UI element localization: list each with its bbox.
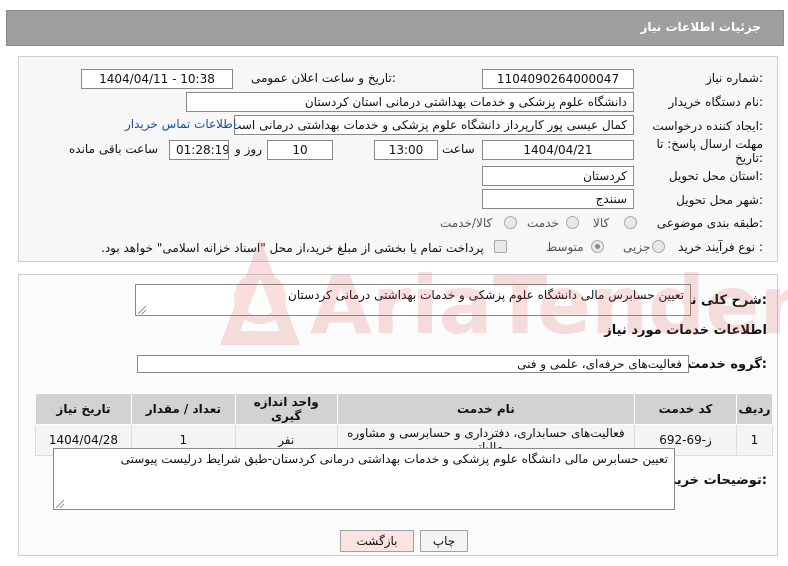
- table-header-row: تاریخ نیاز تعداد / مقدار واحد اندازه گیر…: [35, 393, 774, 425]
- announce-datetime-field[interactable]: 1404/04/11 - 10:38: [81, 69, 233, 89]
- process-minor-label: جزیی: [623, 240, 651, 254]
- category-goods-label: کالا: [593, 216, 610, 230]
- col-service-code: کد خدمت: [634, 393, 737, 425]
- service-group-field[interactable]: فعالیت‌های حرفه‌ای، علمی و فنی: [137, 355, 689, 373]
- treasury-payment-note: پرداخت تمام یا بخشی از مبلغ خرید،از محل …: [101, 241, 484, 255]
- process-minor-radio[interactable]: [652, 240, 665, 253]
- deadline-label-line2: تاریخ:: [735, 151, 763, 165]
- process-medium-radio[interactable]: [591, 240, 604, 253]
- category-both-radio[interactable]: [504, 216, 517, 229]
- category-both-label: کالا/خدمت: [440, 216, 493, 230]
- col-quantity: تعداد / مقدار: [130, 393, 236, 425]
- page-header: جزئیات اطلاعات نیاز: [6, 10, 784, 46]
- services-heading: اطلاعات خدمات مورد نیاز: [604, 323, 767, 338]
- col-need-date: تاریخ نیاز: [35, 393, 132, 425]
- print-button[interactable]: چاپ: [420, 530, 468, 552]
- city-label: شهر محل تحویل:: [676, 193, 763, 207]
- category-service-radio[interactable]: [566, 216, 579, 229]
- cell-row-number: 1: [735, 424, 774, 456]
- buyer-org-field[interactable]: دانشگاه علوم پزشکی و خدمات بهداشتی درمان…: [186, 92, 634, 112]
- col-service-name: نام خدمت: [336, 393, 636, 425]
- remaining-days-label: روز و: [235, 142, 262, 156]
- treasury-payment-checkbox[interactable]: [494, 240, 507, 253]
- deadline-date-field[interactable]: 1404/04/21: [482, 140, 634, 160]
- buyer-org-label: نام دستگاه خریدار:: [668, 95, 764, 109]
- services-table: تاریخ نیاز تعداد / مقدار واحد اندازه گیر…: [35, 393, 774, 456]
- buyer-contact-link[interactable]: اطلاعات تماس خریدار: [125, 117, 236, 131]
- process-label: نوع فرآیند خرید :: [678, 240, 763, 254]
- process-medium-label: متوسط: [546, 240, 584, 254]
- province-label: استان محل تحویل:: [668, 169, 763, 183]
- category-service-label: خدمت: [527, 216, 559, 230]
- province-field[interactable]: کردستان: [482, 166, 634, 186]
- category-goods-radio[interactable]: [624, 216, 637, 229]
- category-label: طبقه بندی موضوعی:: [656, 216, 763, 230]
- deadline-label-line1: مهلت ارسال پاسخ: تا: [656, 137, 763, 151]
- service-group-label: گروه خدمت:: [687, 357, 767, 372]
- col-row: ردیف: [735, 393, 774, 425]
- resize-grip-icon[interactable]: [138, 306, 146, 314]
- remaining-time-field[interactable]: 01:28:19: [169, 140, 229, 160]
- buyer-notes-text: تعیین حسابرس مالی دانشگاه علوم پزشکی و خ…: [120, 452, 668, 466]
- creator-field[interactable]: کمال عیسی پور کارپرداز دانشگاه علوم پزشک…: [234, 115, 634, 135]
- need-details-panel: شرح کلی نیاز: تعیین حسابرس مالی دانشگاه …: [18, 274, 778, 556]
- need-number-label: شماره نیاز:: [705, 71, 763, 85]
- summary-textarea[interactable]: تعیین حسابرس مالی دانشگاه علوم پزشکی و خ…: [135, 284, 691, 316]
- resize-grip-icon[interactable]: [56, 500, 64, 508]
- summary-text: تعیین حسابرس مالی دانشگاه علوم پزشکی و خ…: [288, 288, 684, 302]
- buyer-notes-textarea[interactable]: تعیین حسابرس مالی دانشگاه علوم پزشکی و خ…: [53, 448, 675, 510]
- creator-label: ایجاد کننده درخواست:: [652, 119, 763, 133]
- remaining-time-label: ساعت باقی مانده: [69, 142, 159, 156]
- need-info-panel: شماره نیاز: 1104090264000047 تاریخ و ساع…: [18, 56, 778, 262]
- deadline-time-label: ساعت: [442, 142, 475, 156]
- back-button[interactable]: بازگشت: [340, 530, 414, 552]
- deadline-time-field[interactable]: 13:00: [374, 140, 438, 160]
- remaining-days-field[interactable]: 10: [267, 140, 333, 160]
- col-unit: واحد اندازه گیری: [234, 393, 338, 425]
- need-number-field[interactable]: 1104090264000047: [482, 69, 634, 89]
- page-title: جزئیات اطلاعات نیاز: [640, 20, 761, 34]
- announce-label: تاریخ و ساعت اعلان عمومی:: [251, 71, 396, 85]
- city-field[interactable]: سنندج: [482, 189, 634, 209]
